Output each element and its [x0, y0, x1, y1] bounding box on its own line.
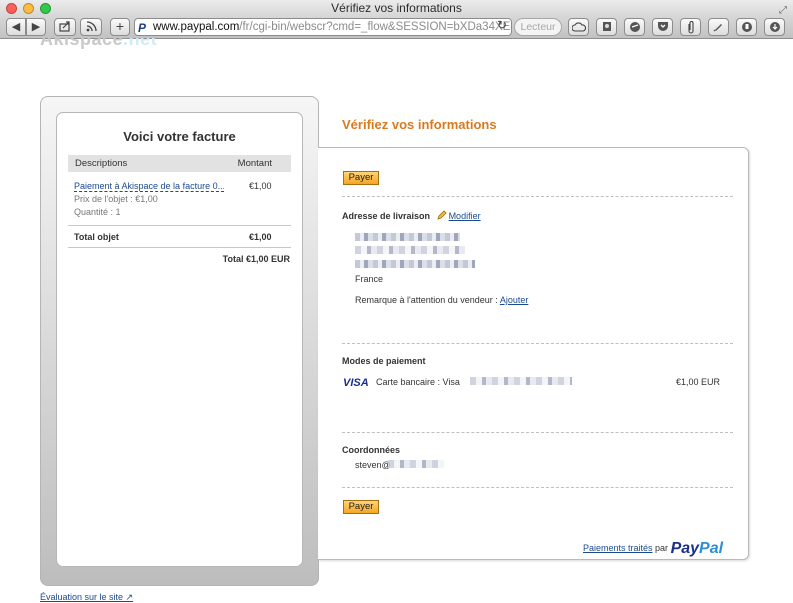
redacted-city: [355, 260, 475, 268]
close-window-button[interactable]: [6, 3, 17, 14]
shield-extension-button[interactable]: [736, 18, 757, 36]
window-controls: [6, 3, 51, 14]
divider: [342, 487, 733, 488]
contact-title: Coordonnées: [342, 445, 401, 455]
rss-icon: [86, 21, 97, 32]
shipping-title: Adresse de livraison: [342, 211, 431, 221]
paperclip-icon: [687, 21, 694, 34]
disk-icon: [629, 22, 640, 32]
window-title: Vérifiez vos informations: [331, 1, 462, 15]
shipping-country: France: [355, 274, 384, 284]
download-icon: [769, 22, 780, 32]
merchant-logo: Akispace.net: [40, 38, 158, 49]
share-icon: [59, 21, 70, 32]
url-path: /fr/cgi-bin/webscr?cmd=_flow&SESSION=bXD…: [239, 21, 512, 33]
redacted-name: [355, 233, 460, 241]
pen-icon: [713, 24, 722, 32]
paypal-footer: Paiements traités par PayPal: [583, 540, 723, 558]
pencil-icon: [436, 210, 447, 220]
pen-extension-button[interactable]: [708, 18, 729, 36]
processed-payments-link[interactable]: Paiements traités: [583, 543, 653, 553]
redacted-card-number: [470, 377, 572, 385]
invoice-item-amount: €1,00: [249, 181, 272, 191]
pay-button-bottom[interactable]: Payer: [343, 500, 379, 514]
divider: [68, 247, 291, 248]
url-host: www.paypal.com: [153, 21, 240, 33]
pocket-extension-button[interactable]: [652, 18, 673, 36]
page-title: Vérifiez vos informations: [342, 117, 497, 132]
cloud-icon: [571, 22, 586, 32]
seller-remark: Remarque à l'attention du vendeur : Ajou…: [355, 295, 528, 305]
paypal-logo-pay: Pay: [670, 540, 700, 557]
seller-remark-label: Remarque à l'attention du vendeur :: [355, 295, 498, 305]
shipping-section: Adresse de livraison Modifier: [342, 210, 481, 221]
visa-logo: VISA: [343, 377, 369, 389]
window-titlebar: Vérifiez vos informations ⤢: [0, 0, 793, 17]
reader-button[interactable]: Lecteur: [514, 18, 562, 36]
divider: [68, 225, 291, 226]
divider: [342, 196, 733, 197]
vault-icon: [602, 22, 611, 31]
address-bar[interactable]: Pwww.paypal.com/fr/cgi-bin/webscr?cmd=_f…: [134, 18, 512, 36]
by-label: par: [655, 543, 669, 553]
contact-email: steven@: [355, 460, 391, 470]
rss-button[interactable]: [80, 18, 102, 36]
add-remark-link[interactable]: Ajouter: [500, 295, 529, 305]
redacted-email-domain: [388, 460, 444, 468]
payment-amount: €1,00 EUR: [676, 377, 721, 387]
invoice-item-quantity: Quantité : 1: [74, 207, 121, 217]
invoice-title: Voici votre facture: [123, 129, 236, 144]
invoice-grand-total: Total €1,00 EUR: [222, 254, 290, 264]
paypal-logo: PayPal: [671, 540, 723, 557]
paperclip-extension-button[interactable]: [680, 18, 701, 36]
site-evaluation-label: Évaluation sur le site: [40, 592, 124, 602]
pay-button-top[interactable]: Payer: [343, 171, 379, 185]
new-tab-button[interactable]: +: [110, 18, 130, 36]
cloud-extension-button[interactable]: [568, 18, 589, 36]
reload-icon[interactable]: ↻: [497, 18, 507, 32]
invoice-card: Voici votre facture Descriptions Montant…: [56, 112, 303, 567]
back-button[interactable]: ◀: [6, 18, 26, 36]
minimize-window-button[interactable]: [23, 3, 34, 14]
divider: [342, 343, 733, 344]
download-extension-button[interactable]: [764, 18, 785, 36]
disk-extension-button[interactable]: [624, 18, 645, 36]
payment-title: Modes de paiement: [342, 356, 426, 366]
browser-toolbar: ◀ ▶ + Pwww.paypal.com/fr/cgi-bin/webscr?…: [0, 17, 793, 39]
redacted-street: [355, 246, 465, 254]
card-label: Carte bancaire : Visa: [376, 377, 460, 387]
zoom-window-button[interactable]: [40, 3, 51, 14]
forward-button[interactable]: ▶: [26, 18, 46, 36]
invoice-item-price: Prix de l'objet : €1,00: [74, 194, 158, 204]
invoice-header-row: Descriptions Montant: [68, 155, 291, 172]
modify-address-link[interactable]: Modifier: [449, 211, 481, 221]
paypal-logo-pal: Pal: [699, 540, 724, 557]
vault-extension-button[interactable]: [596, 18, 617, 36]
paypal-favicon-icon: P: [138, 21, 147, 35]
invoice-total-amount: €1,00: [249, 232, 272, 242]
divider: [342, 432, 733, 433]
invoice-item-link[interactable]: Paiement à Akispace de la facture 0...: [74, 181, 224, 192]
review-panel: [318, 147, 749, 560]
site-evaluation-link[interactable]: Évaluation sur le site ↗: [40, 592, 133, 603]
col-descriptions: Descriptions: [75, 158, 128, 169]
pocket-icon: [657, 22, 668, 31]
invoice-total-label: Total objet: [74, 232, 119, 242]
col-amount: Montant: [237, 158, 272, 169]
shield-icon: [741, 22, 752, 32]
share-button[interactable]: [54, 18, 76, 36]
